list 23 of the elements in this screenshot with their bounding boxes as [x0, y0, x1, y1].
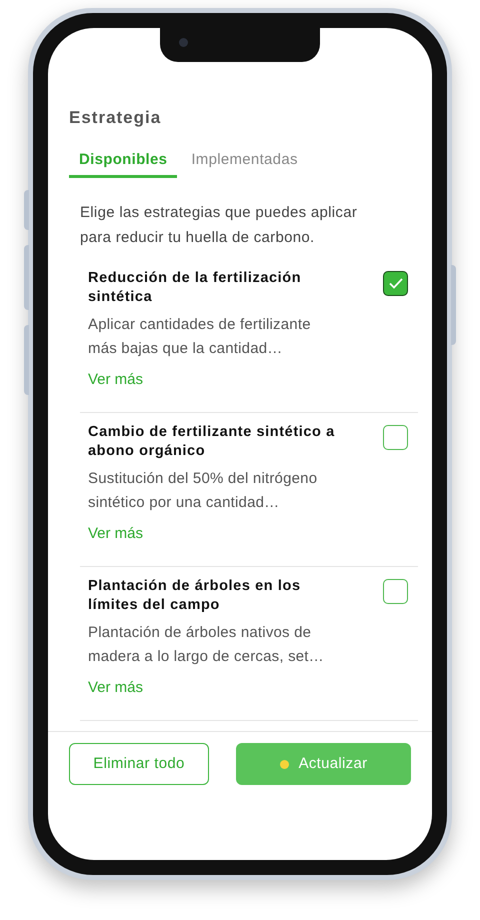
intro-text: Elige las estrategias que puedes aplicar para reducir tu huella de carbono.	[79, 203, 358, 248]
side-button[interactable]	[451, 265, 456, 345]
side-button[interactable]	[24, 325, 29, 395]
page-title: Estrategia	[69, 107, 162, 129]
see-more-link[interactable]: Ver más	[88, 369, 144, 392]
delete-all-button[interactable]: Eliminar todo	[69, 743, 209, 785]
strategy-description: Aplicar cantidades de fertilizante más bajas que la cantidad…	[88, 315, 312, 359]
strategy-title: Plantación de árboles en los límites del campo	[88, 577, 302, 615]
strategy-title: Reducción de la fertilización sintética	[88, 269, 302, 307]
tab[interactable]: Implementadas	[177, 148, 312, 178]
strategy-description: Plantación de árboles nativos de madera a lo largo de cercas, set…	[88, 623, 325, 667]
check-icon	[388, 278, 402, 289]
tab[interactable]: Disponibles	[69, 148, 178, 178]
checkbox[interactable]	[383, 271, 408, 296]
strategy-description: Sustitución del 50% del nitrógeno sintético por una cantidad…	[88, 469, 318, 513]
side-button[interactable]	[24, 190, 29, 230]
side-button[interactable]	[24, 245, 29, 310]
see-more-link[interactable]: Ver más	[88, 523, 144, 546]
see-more-link[interactable]: Ver más	[88, 677, 144, 700]
strategy-title: Cambio de fertilizante sintético a abono orgánico	[88, 423, 336, 461]
checkbox[interactable]	[383, 579, 408, 604]
update-button[interactable]: Actualizar	[236, 743, 411, 785]
checkbox[interactable]	[383, 425, 408, 450]
